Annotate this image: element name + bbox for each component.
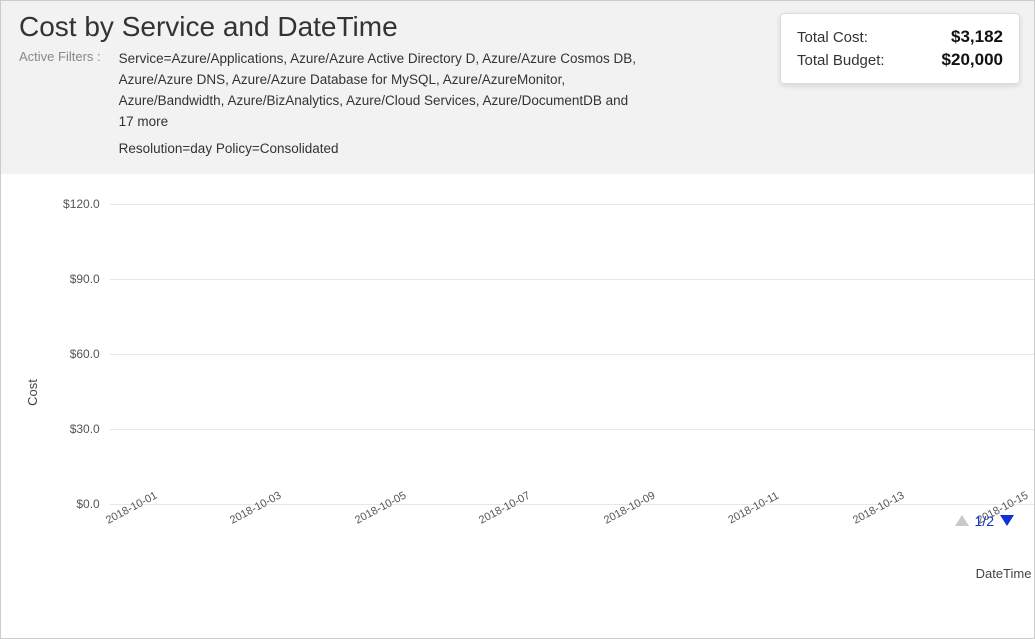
- total-budget-label: Total Budget:: [797, 52, 885, 69]
- pager-next-icon[interactable]: [1000, 515, 1014, 526]
- summary-cost-row: Total Cost: $3,182: [797, 27, 1003, 47]
- report-frame: { "header": { "title": "Cost by Service …: [0, 0, 1035, 639]
- x-axis-label: DateTime: [46, 566, 1035, 581]
- filters-text-block: Service=Azure/Applications, Azure/Azure …: [119, 49, 639, 160]
- chart-plot[interactable]: $0.0$30.0$60.0$90.0$120.0: [56, 204, 1035, 504]
- y-tick: $90.0: [70, 272, 100, 286]
- report-header: Cost by Service and DateTime Active Filt…: [1, 1, 1034, 174]
- y-tick: $30.0: [70, 422, 100, 436]
- filters-text-line2: Resolution=day Policy=Consolidated: [119, 139, 639, 160]
- total-cost-label: Total Cost:: [797, 29, 868, 46]
- active-filters: Active Filters : Service=Azure/Applicati…: [19, 49, 639, 160]
- y-axis-label-wrap: Cost: [19, 204, 46, 581]
- x-axis: 2018-10-012018-10-022018-10-032018-10-04…: [100, 510, 1035, 550]
- filters-label: Active Filters :: [19, 49, 101, 64]
- legend-pager: 1/2: [955, 513, 1014, 529]
- y-axis-label: Cost: [25, 379, 40, 406]
- filters-text: Service=Azure/Applications, Azure/Azure …: [119, 49, 639, 133]
- total-cost-value: $3,182: [951, 27, 1003, 47]
- y-tick: $120.0: [63, 197, 100, 211]
- summary-budget-row: Total Budget: $20,000: [797, 50, 1003, 70]
- y-axis: $0.0$30.0$60.0$90.0$120.0: [56, 204, 106, 504]
- pager-prev-icon[interactable]: [955, 515, 969, 526]
- total-budget-value: $20,000: [942, 50, 1003, 70]
- y-tick: $60.0: [70, 347, 100, 361]
- chart-bars: [110, 204, 1035, 504]
- chart-area: Cost $0.0 $30.0 $60.0 $90.0 $120.0 2018-10-0…: [1, 174, 1034, 591]
- summary-box: Total Cost: $3,182 Total Budget: $20,000: [780, 13, 1020, 84]
- pager-text: 1/2: [975, 513, 994, 529]
- y-tick: $0.0: [76, 497, 99, 511]
